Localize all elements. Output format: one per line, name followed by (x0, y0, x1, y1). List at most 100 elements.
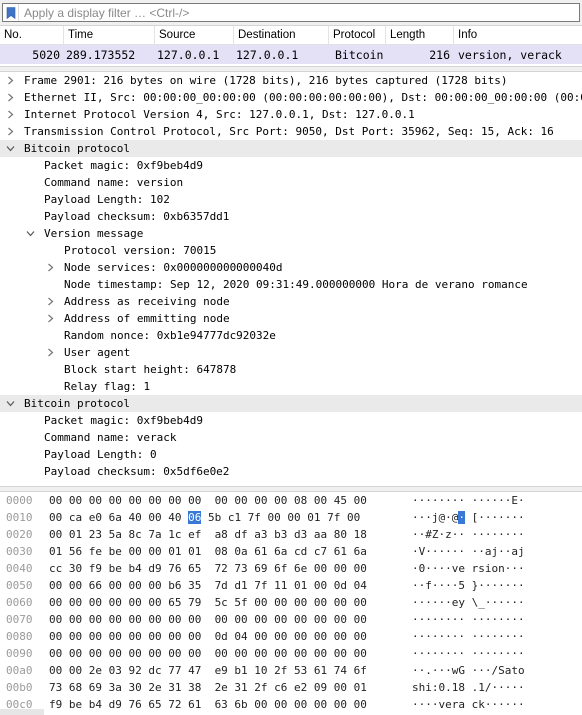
hex-bytes[interactable]: 00 00 00 00 00 00 00 00 00 00 00 00 00 0… (49, 611, 367, 628)
chevron-right-icon[interactable] (4, 123, 16, 140)
tree-item[interactable]: Transmission Control Protocol, Src Port:… (0, 123, 582, 140)
hex-ascii[interactable]: ··#Z·z·· ········ (412, 526, 525, 543)
hex-bytes[interactable]: f9 be b4 d9 76 65 72 61 63 6b 00 00 00 0… (49, 696, 367, 713)
hex-ascii[interactable]: ········ ········ (412, 611, 525, 628)
ascii-segment: ········ ········ (412, 630, 525, 643)
chevron-right-icon[interactable] (44, 344, 56, 361)
tree-item[interactable]: Protocol version: 70015 (0, 242, 582, 259)
hex-ascii[interactable]: ···j@·@· [······· (412, 509, 525, 526)
chevron-right-icon[interactable] (4, 72, 16, 89)
ascii-segment: [······· (464, 511, 525, 524)
tree-item[interactable]: Node timestamp: Sep 12, 2020 09:31:49.00… (0, 276, 582, 293)
packet-details-tree: Frame 2901: 216 bytes on wire (1728 bits… (0, 72, 582, 486)
chevron-right-icon[interactable] (4, 89, 16, 106)
ascii-segment: ··f····5 }······· (412, 579, 525, 592)
chevron-right-icon[interactable] (44, 259, 56, 276)
hex-bytes[interactable]: 00 ca e0 6a 40 00 40 06 5b c1 7f 00 00 0… (49, 509, 360, 526)
hex-offset: 0070 (6, 613, 33, 626)
tree-item[interactable]: Command name: version (0, 174, 582, 191)
tree-item[interactable]: Bitcoin protocol (0, 395, 582, 412)
tree-item[interactable]: Frame 2901: 216 bytes on wire (1728 bits… (0, 72, 582, 89)
hex-bytes[interactable]: 00 00 00 00 00 00 00 00 00 00 00 00 00 0… (49, 645, 367, 662)
tree-item[interactable]: Version message (0, 225, 582, 242)
tree-item-label: Command name: version (44, 176, 184, 189)
packet-bytes-pane: 0000 00 00 00 00 00 00 00 00 00 00 00 00 … (0, 492, 582, 715)
ascii-segment: ·0····ve rsion··· (412, 562, 525, 575)
tree-item-label: Protocol version: 70015 (64, 244, 217, 257)
ascii-segment: ··.···wG ···/Sato (412, 664, 525, 677)
tree-item[interactable]: Address of emmitting node (0, 310, 582, 327)
column-header-time[interactable]: Time (64, 26, 155, 45)
tree-item[interactable]: Payload Length: 0 (0, 446, 582, 463)
tree-item[interactable]: Command name: verack (0, 429, 582, 446)
hex-bytes[interactable]: 00 00 00 00 00 00 65 79 5c 5f 00 00 00 0… (49, 594, 367, 611)
packet-time: 289.173552 (66, 48, 136, 62)
display-filter-box (2, 3, 580, 22)
packet-protocol: Bitcoin (335, 48, 384, 62)
hex-bytes-segment: 00 00 00 00 00 00 65 79 5c 5f 00 00 00 0… (49, 596, 367, 609)
horizontal-scrollbar[interactable] (0, 709, 44, 715)
hex-bytes[interactable]: 00 00 00 00 00 00 00 00 00 00 00 00 08 0… (49, 492, 367, 509)
column-header-info[interactable]: Info (454, 26, 582, 45)
hex-bytes[interactable]: 00 00 2e 03 92 dc 77 47 e9 b1 10 2f 53 6… (49, 662, 367, 679)
tree-item[interactable]: Address as receiving node (0, 293, 582, 310)
tree-item[interactable]: Ethernet II, Src: 00:00:00_00:00:00 (00:… (0, 89, 582, 106)
tree-item[interactable]: Node services: 0x000000000000040d (0, 259, 582, 276)
hex-bytes[interactable]: 01 56 fe be 00 00 01 01 08 0a 61 6a cd c… (49, 543, 367, 560)
tree-item[interactable]: Payload checksum: 0xb6357dd1 (0, 208, 582, 225)
hex-ascii[interactable]: ·0····ve rsion··· (412, 560, 525, 577)
chevron-right-icon[interactable] (4, 106, 16, 123)
packet-row[interactable]: 5020 289.173552 127.0.0.1 127.0.0.1 Bitc… (0, 45, 582, 64)
tree-item[interactable]: Bitcoin protocol (0, 140, 582, 157)
chevron-right-icon[interactable] (44, 293, 56, 310)
column-header-no[interactable]: No. (0, 26, 64, 45)
tree-item-label: Payload Length: 0 (44, 448, 157, 461)
ascii-segment: ········ ········ (412, 647, 525, 660)
packet-source: 127.0.0.1 (157, 48, 220, 62)
display-filter-input[interactable] (19, 4, 559, 21)
hex-selected-byte: 06 (188, 511, 202, 524)
packet-length: 216 (429, 48, 450, 62)
hex-ascii[interactable]: ········ ········ (412, 645, 525, 662)
hex-ascii[interactable]: ········ ········ (412, 628, 525, 645)
chevron-down-icon[interactable] (4, 395, 16, 412)
tree-item[interactable]: Relay flag: 1 (0, 378, 582, 395)
hex-offset: 0000 (6, 494, 33, 507)
column-header-destination[interactable]: Destination (234, 26, 329, 45)
hex-bytes[interactable]: 00 01 23 5a 8c 7a 1c ef a8 df a3 b3 d3 a… (49, 526, 367, 543)
hex-bytes-segment: 00 00 00 00 00 00 00 00 00 00 00 00 08 0… (49, 494, 367, 507)
hex-row: 0080 00 00 00 00 00 00 00 00 0d 04 00 00 … (0, 628, 582, 645)
chevron-down-icon[interactable] (24, 225, 36, 242)
hex-ascii[interactable]: ······ey \_······ (412, 594, 525, 611)
hex-ascii[interactable]: shi:0.18 .1/····· (412, 679, 525, 696)
tree-item[interactable]: Packet magic: 0xf9beb4d9 (0, 157, 582, 174)
hex-bytes[interactable]: cc 30 f9 be b4 d9 76 65 72 73 69 6f 6e 0… (49, 560, 367, 577)
hex-ascii[interactable]: ·V······ ··aj··aj (412, 543, 525, 560)
bookmark-icon[interactable] (3, 4, 19, 21)
hex-bytes[interactable]: 73 68 69 3a 30 2e 31 38 2e 31 2f c6 e2 0… (49, 679, 367, 696)
tree-item-label: Node services: 0x000000000000040d (64, 261, 283, 274)
tree-item[interactable]: Random nonce: 0xb1e94777dc92032e (0, 327, 582, 344)
hex-bytes-segment: 00 00 00 00 00 00 00 00 0d 04 00 00 00 0… (49, 630, 367, 643)
hex-ascii[interactable]: ········ ······E· (412, 492, 525, 509)
column-header-length[interactable]: Length (386, 26, 454, 45)
tree-item-label: Frame 2901: 216 bytes on wire (1728 bits… (24, 74, 508, 87)
tree-item[interactable]: Internet Protocol Version 4, Src: 127.0.… (0, 106, 582, 123)
hex-ascii[interactable]: ··.···wG ···/Sato (412, 662, 525, 679)
tree-item-label: Transmission Control Protocol, Src Port:… (24, 125, 554, 138)
ascii-segment: shi:0.18 .1/····· (412, 681, 525, 694)
column-header-source[interactable]: Source (155, 26, 234, 45)
tree-item[interactable]: Packet magic: 0xf9beb4d9 (0, 412, 582, 429)
column-header-protocol[interactable]: Protocol (329, 26, 386, 45)
tree-item[interactable]: User agent (0, 344, 582, 361)
tree-item[interactable]: Block start height: 647878 (0, 361, 582, 378)
tree-item[interactable]: Payload checksum: 0x5df6e0e2 (0, 463, 582, 480)
hex-bytes[interactable]: 00 00 66 00 00 00 b6 35 7d d1 7f 11 01 0… (49, 577, 367, 594)
chevron-down-icon[interactable] (4, 140, 16, 157)
hex-bytes[interactable]: 00 00 00 00 00 00 00 00 0d 04 00 00 00 0… (49, 628, 367, 645)
chevron-right-icon[interactable] (44, 310, 56, 327)
tree-item[interactable]: Payload Length: 102 (0, 191, 582, 208)
ascii-segment: ····vera ck······ (412, 698, 525, 711)
hex-ascii[interactable]: ····vera ck······ (412, 696, 525, 713)
hex-ascii[interactable]: ··f····5 }······· (412, 577, 525, 594)
